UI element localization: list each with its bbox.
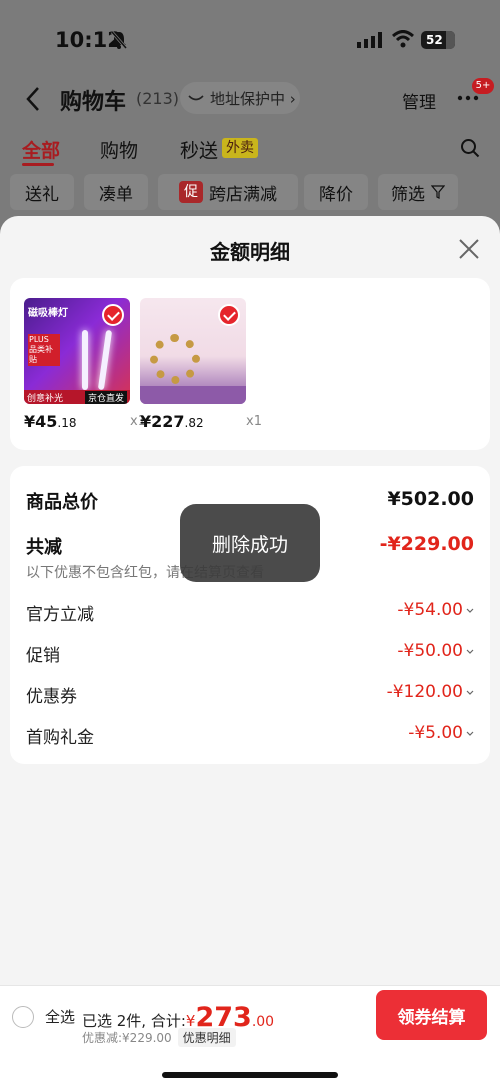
chip-cross-store-label: 跨店满减 — [209, 184, 277, 205]
status-bar: 10:12 52 — [0, 0, 500, 80]
price-int: ¥45 — [24, 412, 58, 431]
product-image — [140, 298, 246, 404]
price-dec: .18 — [57, 416, 77, 430]
discount-label: 促销 — [26, 646, 60, 666]
product-qty: x1 — [246, 414, 262, 429]
selected-check-icon — [102, 304, 124, 326]
manage-button[interactable]: 管理 — [402, 88, 436, 113]
product-price: ¥45.18 — [24, 412, 77, 431]
chip-cross-store[interactable]: 促 跨店满减 — [158, 174, 298, 210]
discount-summary: 优惠减:¥229.00 优惠明细 — [82, 1028, 236, 1047]
address-protect-pill[interactable]: 地址保护中 › — [180, 82, 300, 114]
chevron-down-icon — [466, 649, 474, 654]
product-image-promo: PLUS 品类补贴 — [28, 334, 60, 366]
chevron-down-icon — [466, 731, 474, 736]
filter-icon — [431, 185, 445, 199]
amount-detail-sheet: 金额明细 磁吸棒灯 PLUS 品类补贴 创意补光 京仓直发 ¥45.18 x1 — [0, 216, 500, 1087]
product-image-title: 磁吸棒灯 — [28, 308, 68, 319]
close-icon[interactable] — [458, 238, 480, 260]
discount-amount: -¥5.00 — [408, 723, 463, 743]
tab-shop[interactable]: 购物 — [100, 136, 138, 163]
total-value: ¥502.00 — [387, 488, 474, 510]
back-icon[interactable] — [24, 86, 42, 112]
cart-header: 购物车 (213) 地址保护中 › 管理 5+ — [0, 78, 500, 120]
signal-icon — [357, 32, 382, 48]
selected-products-card: 磁吸棒灯 PLUS 品类补贴 创意补光 京仓直发 ¥45.18 x1 ¥227.… — [10, 278, 490, 450]
more-badge: 5+ — [472, 78, 494, 94]
strip-right-label: 京仓直发 — [84, 390, 127, 404]
silent-bell-icon — [110, 31, 128, 49]
chip-gift-label: 送礼 — [25, 184, 59, 205]
battery-level: 52 — [426, 33, 443, 47]
battery-icon: 52 — [421, 31, 455, 49]
home-indicator — [162, 1072, 338, 1078]
product-item[interactable]: 磁吸棒灯 PLUS 品类补贴 创意补光 京仓直发 ¥45.18 x1 — [24, 298, 146, 431]
product-price: ¥227.82 — [140, 412, 204, 431]
checkout-bar: 全选 已选 2件, 合计: ¥ 273 .00 优惠减:¥229.00 优惠明细… — [0, 985, 500, 1087]
price-dec: .82 — [184, 416, 204, 430]
chevron-down-icon — [466, 608, 474, 613]
light-stick-graphic — [97, 329, 113, 391]
discount-value: -¥5.00 — [408, 723, 474, 743]
discount-value: -¥54.00 — [397, 600, 474, 620]
light-stick-graphic — [82, 330, 88, 390]
toast-message: 删除成功 — [180, 504, 320, 582]
reduce-label: 共减 — [26, 537, 62, 558]
select-all-radio[interactable] — [12, 1006, 34, 1028]
sheet-title: 金额明细 — [210, 240, 290, 264]
express-tag: 外卖 — [222, 138, 258, 158]
search-icon[interactable] — [460, 138, 480, 158]
discount-amount: -¥54.00 — [397, 600, 463, 620]
address-protect-label: 地址保护中 › — [210, 89, 296, 108]
cart-count: (213) — [136, 89, 180, 108]
chip-filter[interactable]: 筛选 — [378, 174, 458, 210]
product-image: 磁吸棒灯 PLUS 品类补贴 创意补光 京仓直发 — [24, 298, 130, 404]
reduce-value: -¥229.00 — [379, 533, 474, 555]
chip-price-drop-label: 降价 — [319, 184, 353, 205]
selected-check-icon — [218, 304, 240, 326]
discount-label: 首购礼金 — [26, 728, 94, 748]
discount-detail-button[interactable]: 优惠明细 — [177, 1028, 236, 1047]
discount-amount: -¥120.00 — [386, 682, 463, 702]
chip-price-drop[interactable]: 降价 — [304, 174, 368, 210]
background-page: 10:12 52 购物车 (213) 地址保护中 › 管理 5+ 全部 购物 秒… — [0, 0, 500, 240]
price-int: ¥227 — [140, 412, 185, 431]
bracelet-graphic — [150, 334, 200, 384]
shield-check-icon — [188, 95, 204, 101]
product-image-strip — [140, 386, 246, 404]
discount-total: 优惠减:¥229.00 — [82, 1031, 172, 1045]
total-amount-dec: .00 — [251, 1014, 275, 1030]
promo-tag-icon: 促 — [179, 181, 203, 203]
chip-gift[interactable]: 送礼 — [10, 174, 74, 210]
page-title: 购物车 — [60, 90, 127, 115]
wifi-icon — [392, 30, 414, 48]
discount-amount: -¥50.00 — [397, 641, 463, 661]
product-item[interactable]: ¥227.82 x1 — [140, 298, 262, 431]
checkout-button[interactable]: 领券结算 — [376, 990, 487, 1040]
tab-all[interactable]: 全部 — [22, 136, 60, 163]
strip-left-label: 创意补光 — [27, 393, 64, 404]
discount-value: -¥120.00 — [387, 682, 474, 702]
chip-bundle-label: 凑单 — [99, 184, 133, 205]
product-image-strip: 创意补光 京仓直发 — [24, 390, 130, 404]
discount-label: 官方立减 — [26, 605, 94, 625]
discount-label: 优惠券 — [26, 687, 77, 707]
chip-bundle[interactable]: 凑单 — [84, 174, 148, 210]
select-all-label[interactable]: 全选 — [45, 1006, 75, 1027]
chip-filter-label: 筛选 — [391, 184, 425, 205]
cart-tabs: 全部 购物 秒送 外卖 — [0, 130, 500, 170]
discount-value: -¥50.00 — [397, 641, 474, 661]
chevron-down-icon — [466, 690, 474, 695]
tab-express[interactable]: 秒送 — [180, 136, 218, 163]
filter-chips: 送礼 凑单 促 跨店满减 降价 筛选 — [0, 174, 500, 214]
tab-underline — [22, 163, 54, 166]
total-label: 商品总价 — [26, 492, 98, 513]
